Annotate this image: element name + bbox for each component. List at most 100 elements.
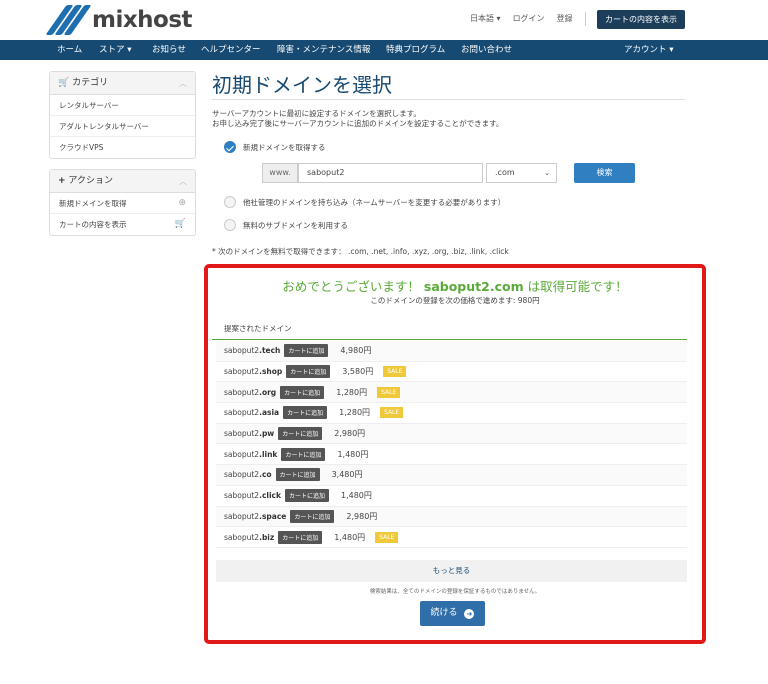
list-item: saboput2.click カートに追加 1,480円 bbox=[216, 486, 687, 507]
option-transfer-domain[interactable]: 他社管理のドメインを持ち込み（ネームサーバーを変更する必要があります） bbox=[224, 196, 505, 208]
domain-sld: saboput2 bbox=[224, 470, 260, 480]
chevron-up-icon[interactable]: ︿ bbox=[179, 72, 187, 95]
nav-home[interactable]: ホーム bbox=[57, 40, 82, 60]
logo-mark-icon bbox=[45, 5, 92, 35]
option-label: 他社管理のドメインを持ち込み（ネームサーバーを変更する必要があります） bbox=[243, 197, 506, 207]
nav-affiliate[interactable]: 特典プログラム bbox=[386, 40, 445, 60]
sidebar-item-adult-rental-server[interactable]: アダルトレンタルサーバー bbox=[50, 116, 195, 137]
search-button[interactable]: 検索 bbox=[574, 163, 635, 183]
page-title: 初期ドメインを選択 bbox=[212, 70, 685, 100]
suggested-domain: saboput2.space bbox=[216, 512, 286, 521]
nav-account[interactable]: アカウント ▾ bbox=[624, 40, 673, 60]
suggested-domain: saboput2.co bbox=[216, 470, 272, 479]
nav-status[interactable]: 障害・メンテナンス情報 bbox=[277, 40, 370, 60]
domain-price: 2,980円 bbox=[346, 511, 378, 521]
add-to-cart-button[interactable]: カートに追加 bbox=[281, 447, 326, 461]
list-item: saboput2.asia カートに追加 1,280円 SALE bbox=[216, 403, 687, 424]
nav-news[interactable]: お知らせ bbox=[152, 40, 186, 60]
add-to-cart-button[interactable]: カートに追加 bbox=[290, 509, 335, 523]
list-item: saboput2.space カートに追加 2,980円 bbox=[216, 506, 687, 528]
register-link[interactable]: 登録 bbox=[557, 13, 573, 24]
option-subdomain[interactable]: 無料のサブドメインを利用する bbox=[224, 219, 348, 231]
add-to-cart-button[interactable]: カートに追加 bbox=[275, 468, 320, 482]
domain-tld: .biz bbox=[259, 532, 275, 542]
domain-price: 2,980円 bbox=[334, 429, 366, 439]
availability-result: おめでとうございます！ saboput2.com は取得可能です！ このドメイン… bbox=[204, 264, 706, 644]
nav-store[interactable]: ストア ▾ bbox=[99, 40, 131, 60]
suggested-domain: saboput2.pw bbox=[216, 429, 274, 438]
arrow-right-icon: ➜ bbox=[464, 609, 475, 619]
domain-tld: .asia bbox=[259, 408, 280, 418]
add-to-cart-button[interactable]: カートに追加 bbox=[280, 385, 325, 399]
domain-input[interactable]: saboput2 bbox=[298, 163, 483, 183]
login-link[interactable]: ログイン bbox=[513, 13, 545, 24]
sidebar-item-label: カートの内容を表示 bbox=[59, 220, 127, 229]
domain-tld: .pw bbox=[259, 429, 275, 439]
free-domain-note: * 次のドメインを無料で取得できます： .com, .net, .info, .… bbox=[212, 247, 509, 256]
domain-sld: saboput2 bbox=[224, 449, 260, 459]
list-item: saboput2.pw カートに追加 2,980円 bbox=[216, 423, 687, 445]
sidebar-item-view-cart[interactable]: カートの内容を表示 🛒 bbox=[50, 214, 195, 235]
description-line-2: お申し込み完了後にサーバーアカウントに追加のドメインを設定することができます。 bbox=[212, 119, 504, 128]
suggested-domain: saboput2.asia bbox=[216, 408, 279, 417]
sale-badge: SALE bbox=[377, 386, 401, 398]
congrats-prefix: おめでとうございます！ bbox=[282, 279, 420, 294]
sidebar-item-cloud-vps[interactable]: クラウドVPS bbox=[50, 137, 195, 158]
plus-icon: + bbox=[58, 176, 66, 186]
logo-text: mixhost bbox=[92, 7, 193, 33]
option-new-domain[interactable]: 新規ドメインを取得する bbox=[224, 141, 326, 153]
main-content: 初期ドメインを選択 サーバーアカウントに最初に設定するドメインを選択します。 お… bbox=[212, 70, 685, 129]
add-to-cart-button[interactable]: カートに追加 bbox=[278, 530, 323, 544]
list-item: saboput2.biz カートに追加 1,480円 SALE bbox=[216, 527, 687, 548]
actions-header[interactable]: + アクション ︿ bbox=[50, 170, 195, 193]
add-to-cart-button[interactable]: カートに追加 bbox=[286, 365, 331, 379]
option-label: 新規ドメインを取得する bbox=[243, 142, 326, 152]
sidebar-item-rental-server[interactable]: レンタルサーバー bbox=[50, 95, 195, 116]
domain-price: 1,280円 bbox=[339, 408, 371, 418]
sidebar: 🛒 カテゴリ ︿ レンタルサーバー アダルトレンタルサーバー クラウドVPS +… bbox=[49, 71, 196, 246]
sidebar-item-register-domain[interactable]: 新規ドメインを取得 ⊕ bbox=[50, 193, 195, 214]
suggested-domain: saboput2.shop bbox=[216, 367, 282, 376]
list-item: saboput2.shop カートに追加 3,580円 SALE bbox=[216, 362, 687, 383]
radio-selected[interactable] bbox=[224, 141, 236, 153]
nav-contact[interactable]: お問い合わせ bbox=[461, 40, 512, 60]
sale-badge: SALE bbox=[383, 366, 407, 378]
divider bbox=[212, 339, 687, 340]
cart-icon: 🛒 bbox=[174, 219, 186, 229]
domain-tld: .co bbox=[259, 470, 272, 480]
show-more-button[interactable]: もっと見る bbox=[216, 560, 687, 582]
disclaimer: 検索結果は、全てのドメインの登録を保証するものではありません。 bbox=[369, 589, 541, 595]
continue-label: 続ける bbox=[430, 608, 458, 618]
mixhost-logo[interactable]: mixhost bbox=[45, 5, 193, 35]
radio-unselected[interactable] bbox=[224, 219, 236, 231]
add-to-cart-button[interactable]: カートに追加 bbox=[278, 427, 323, 441]
domain-tld: .tech bbox=[259, 346, 281, 356]
globe-icon: ⊕ bbox=[178, 198, 186, 208]
add-to-cart-button[interactable]: カートに追加 bbox=[283, 406, 328, 420]
nav-help-center[interactable]: ヘルプセンター bbox=[201, 40, 261, 60]
continue-button[interactable]: 続ける ➜ bbox=[420, 601, 485, 626]
language-selector[interactable]: 日本語 ▾ bbox=[470, 13, 501, 24]
domain-tld: .space bbox=[259, 511, 287, 521]
domain-price: 3,480円 bbox=[331, 470, 363, 480]
view-cart-button[interactable]: カートの内容を表示 bbox=[597, 10, 685, 29]
domain-tld: .click bbox=[259, 491, 281, 501]
domain-tld: .shop bbox=[259, 367, 283, 377]
categories-header[interactable]: 🛒 カテゴリ ︿ bbox=[50, 72, 195, 95]
cart-icon: 🛒 bbox=[58, 78, 70, 88]
radio-unselected[interactable] bbox=[224, 196, 236, 208]
domain-price: 1,480円 bbox=[337, 449, 369, 459]
chevron-down-icon: ⌄ bbox=[544, 169, 550, 177]
suggested-domain: saboput2.click bbox=[216, 491, 281, 500]
domain-price: 1,480円 bbox=[334, 532, 366, 542]
categories-panel: 🛒 カテゴリ ︿ レンタルサーバー アダルトレンタルサーバー クラウドVPS bbox=[49, 71, 196, 159]
tld-select[interactable]: .com ⌄ bbox=[486, 163, 557, 183]
suggestion-list: saboput2.tech カートに追加 4,980円 saboput2.shop カー… bbox=[216, 341, 687, 548]
actions-title: アクション bbox=[68, 176, 113, 186]
congrats-suffix: は取得可能です！ bbox=[527, 279, 628, 294]
chevron-up-icon[interactable]: ︿ bbox=[179, 170, 187, 193]
domain-sld: saboput2 bbox=[224, 387, 260, 397]
add-to-cart-button[interactable]: カートに追加 bbox=[284, 489, 329, 503]
add-to-cart-button[interactable]: カートに追加 bbox=[284, 344, 329, 358]
sale-badge: SALE bbox=[380, 407, 404, 419]
